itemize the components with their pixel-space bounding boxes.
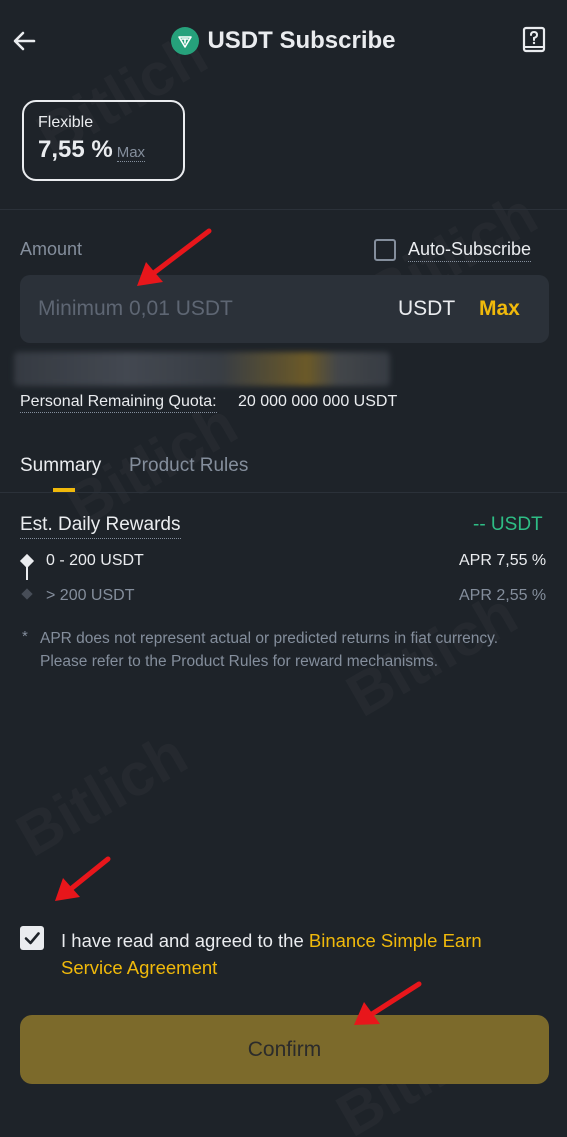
tier-range: 0 - 200 USDT — [46, 552, 144, 569]
amount-input[interactable] — [38, 275, 378, 343]
tether-icon — [171, 27, 200, 55]
tier-marker-icon — [21, 588, 33, 600]
agreement-checkbox[interactable] — [20, 926, 44, 950]
product-type-card[interactable]: Flexible 7,55 % Max — [22, 100, 185, 181]
tier-apr: APR 7,55 % — [459, 552, 547, 569]
tier-connector — [26, 566, 28, 580]
divider — [0, 492, 567, 493]
max-button[interactable]: Max — [479, 297, 520, 321]
note-marker: * — [22, 628, 28, 645]
auto-subscribe-checkbox[interactable] — [374, 239, 396, 261]
quota-value: 20 000 000 000 USDT — [238, 393, 398, 410]
redacted-balance — [14, 352, 390, 386]
est-daily-rewards-label[interactable]: Est. Daily Rewards — [20, 514, 181, 539]
amount-field: USDT Max — [20, 275, 549, 343]
tier-apr: APR 2,55 % — [459, 587, 547, 604]
product-type-label: Flexible — [38, 114, 94, 131]
auto-subscribe-label[interactable]: Auto-Subscribe — [408, 239, 532, 262]
product-rate: 7,55 % — [38, 136, 113, 163]
agreement-prefix: I have read and agreed to the — [61, 930, 309, 951]
quota-label[interactable]: Personal Remaining Quota: — [20, 393, 217, 413]
watermark: Bitlich — [5, 719, 198, 870]
agreement-text: I have read and agreed to the Binance Si… — [61, 927, 531, 981]
product-rate-max: Max — [116, 144, 146, 162]
divider — [0, 209, 567, 210]
tab-product-rules[interactable]: Product Rules — [129, 455, 248, 477]
amount-unit: USDT — [398, 297, 456, 320]
annotation-arrow — [55, 856, 111, 901]
check-icon — [24, 932, 40, 945]
amount-label: Amount — [20, 239, 83, 259]
page-title: USDT Subscribe — [207, 27, 396, 54]
help-book-icon[interactable] — [520, 26, 548, 54]
apr-disclaimer: APR does not represent actual or predict… — [40, 630, 499, 670]
confirm-label: Confirm — [247, 1037, 322, 1061]
est-daily-rewards-value: -- USDT — [473, 514, 543, 535]
tier-range: > 200 USDT — [46, 587, 135, 604]
tab-summary[interactable]: Summary — [20, 455, 101, 477]
page-header: USDT Subscribe — [0, 22, 567, 60]
confirm-button[interactable]: Confirm — [20, 1015, 549, 1084]
